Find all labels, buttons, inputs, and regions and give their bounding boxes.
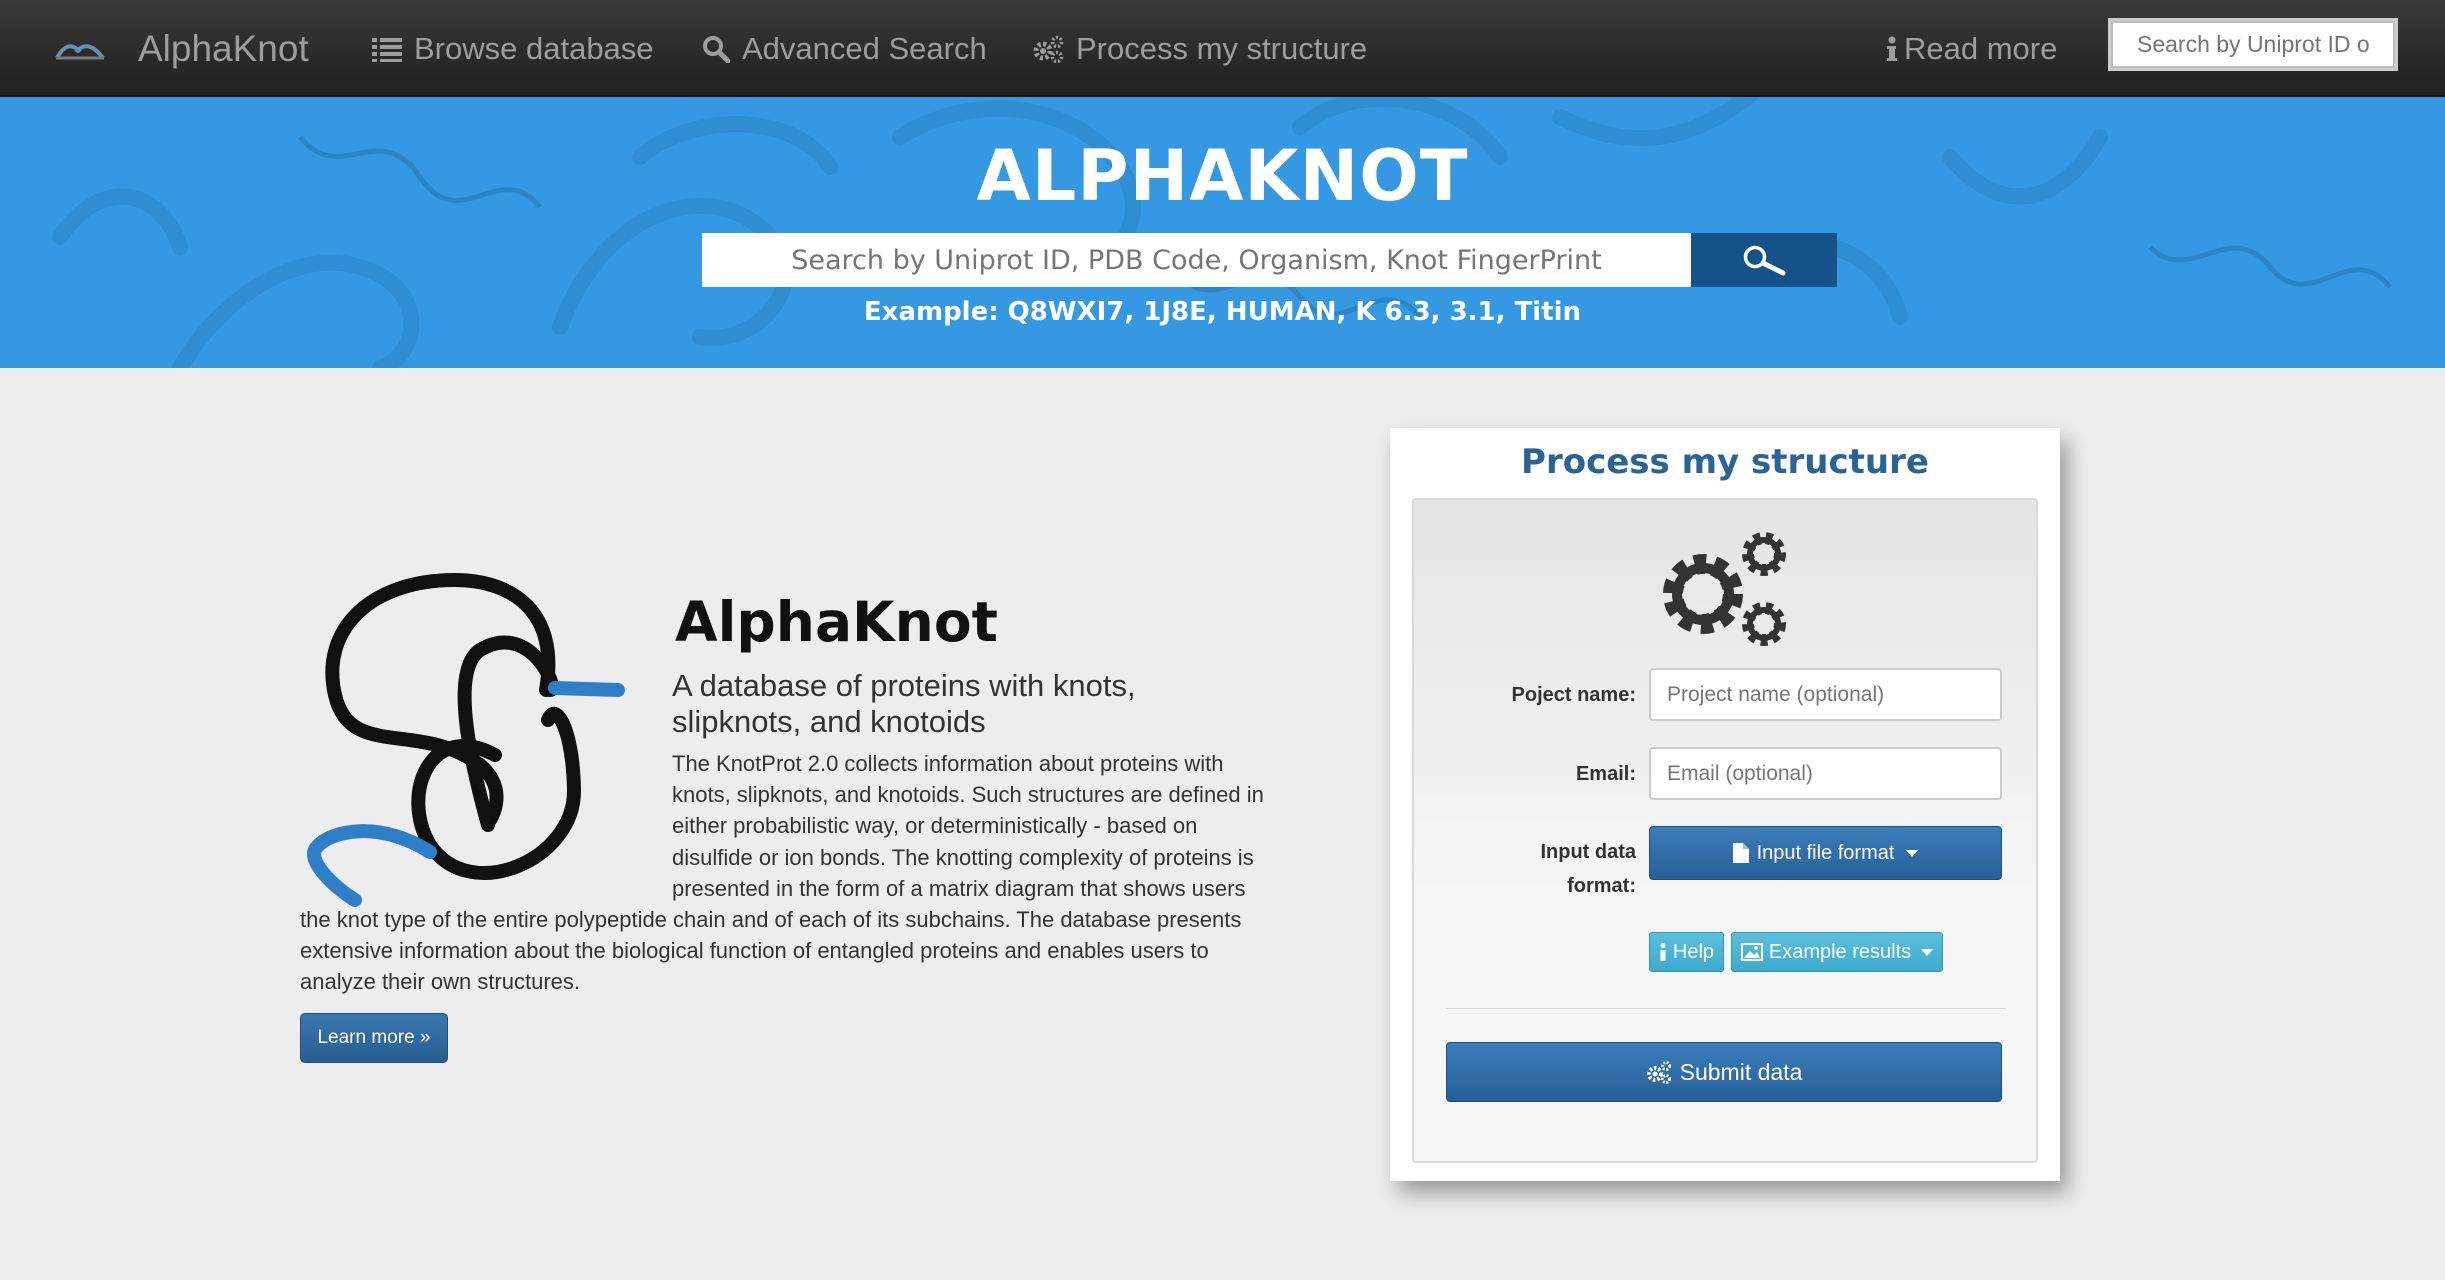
logo-float-spacer xyxy=(300,748,672,903)
nav-process-my-structure[interactable]: Process my structure xyxy=(1032,0,1367,97)
about-description: The KnotProt 2.0 collects information ab… xyxy=(300,748,1280,998)
nav-process-my-structure-label: Process my structure xyxy=(1076,30,1368,66)
caret-down-icon xyxy=(1921,948,1934,956)
navbar: AlphaKnot Browse database Advanced Searc… xyxy=(0,0,2445,97)
list-icon xyxy=(372,37,402,62)
hero-search-button[interactable] xyxy=(1691,233,1837,287)
gears-icon xyxy=(1033,35,1064,63)
input-format-label-line2: format: xyxy=(1567,875,1636,897)
info-icon xyxy=(1660,943,1666,961)
project-name-input[interactable] xyxy=(1649,668,2002,721)
gears-illustration-icon xyxy=(1663,532,1786,646)
brand-name: AlphaKnot xyxy=(138,27,309,69)
caret-down-icon xyxy=(1906,849,1919,857)
hero-title: ALPHAKNOT xyxy=(976,135,1469,217)
nav-browse-database-label: Browse database xyxy=(414,30,654,66)
magnifier-icon xyxy=(1743,245,1786,276)
file-icon xyxy=(1732,843,1749,863)
help-button[interactable]: Help xyxy=(1649,932,1724,972)
hero-banner: ALPHAKNOT Example: Q8WXI7, 1J8E, HUMAN, … xyxy=(0,97,2445,368)
search-icon xyxy=(703,35,730,63)
about-subtitle: A database of proteins with knots, slipk… xyxy=(672,668,1136,739)
brand-link[interactable]: AlphaKnot xyxy=(54,0,309,97)
image-icon xyxy=(1740,943,1763,961)
input-file-format-dropdown[interactable]: Input file format xyxy=(1649,826,2002,880)
email-input[interactable] xyxy=(1649,747,2002,800)
nav-browse-database[interactable]: Browse database xyxy=(372,0,654,97)
search-example-text: Example: Q8WXI7, 1J8E, HUMAN, K 6.3, 3.1… xyxy=(863,297,1582,327)
nav-advanced-search[interactable]: Advanced Search xyxy=(702,0,987,97)
process-form: Poject name: Email: Input data format: I… xyxy=(1412,498,2038,1163)
submit-data-label: Submit data xyxy=(1679,1058,1803,1085)
about-title: AlphaKnot xyxy=(675,590,998,654)
gears-icon xyxy=(1646,1061,1671,1084)
submit-data-button[interactable]: Submit data xyxy=(1446,1042,2002,1102)
process-panel-title: Process my structure xyxy=(1521,442,1929,482)
info-icon xyxy=(1887,36,1897,61)
nav-read-more[interactable]: Read more xyxy=(1886,0,2057,97)
example-results-label: Example results xyxy=(1768,940,1912,963)
example-results-dropdown[interactable]: Example results xyxy=(1731,932,1943,972)
nav-advanced-search-label: Advanced Search xyxy=(742,30,987,66)
hero-search-input[interactable] xyxy=(702,233,1691,287)
email-label: Email: xyxy=(1575,763,1636,785)
project-name-label: Poject name: xyxy=(1511,684,1636,706)
navbar-search-input[interactable] xyxy=(2108,18,2398,71)
input-format-label-line1: Input data xyxy=(1540,841,1636,863)
form-divider xyxy=(1446,1008,2006,1009)
alphaknot-logo-icon xyxy=(55,43,105,59)
learn-more-button[interactable]: Learn more » xyxy=(300,1013,448,1063)
process-structure-panel: Process my structure Poject name: Email:… xyxy=(1390,428,2060,1181)
help-button-label: Help xyxy=(1672,940,1715,963)
input-file-format-label: Input file format xyxy=(1756,841,1895,864)
nav-read-more-label: Read more xyxy=(1904,30,2058,66)
